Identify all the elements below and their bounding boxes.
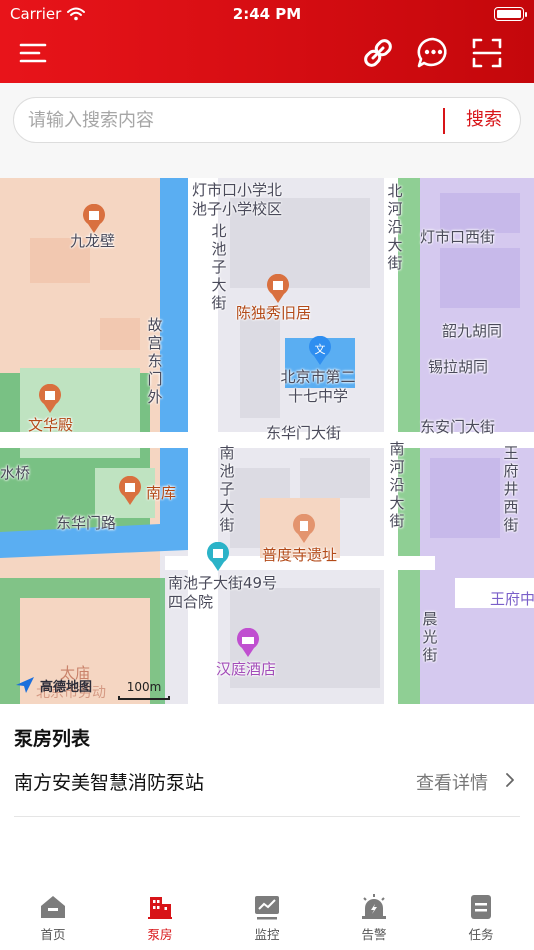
chevron-right-icon bbox=[506, 773, 514, 787]
link-icon[interactable] bbox=[361, 36, 395, 70]
tab-pump-room[interactable]: 泵房 bbox=[120, 892, 200, 948]
map-label-wangfu: 王府中 bbox=[490, 590, 534, 608]
map-label-nanku: 南库 bbox=[146, 484, 177, 502]
navigation-arrow-icon bbox=[16, 677, 34, 693]
search-divider bbox=[443, 108, 445, 134]
tab-task[interactable]: 任务 bbox=[441, 892, 521, 948]
tab-monitor[interactable]: 监控 bbox=[227, 892, 307, 948]
amap-logo-text: 高德地图 bbox=[40, 679, 93, 695]
search-button[interactable]: 搜索 bbox=[454, 98, 514, 142]
amap-logo: 高德地图 bbox=[14, 675, 92, 695]
poi-wenhuadian-icon bbox=[39, 384, 61, 413]
map-label-nanheyan-street: 南河沿大街 bbox=[389, 440, 405, 530]
tab-bar: 首页 泵房 监控 告警 任务 bbox=[0, 884, 534, 950]
poi-school-icon: 文 bbox=[309, 336, 331, 365]
monitor-icon bbox=[255, 896, 279, 920]
map-label-dong-anmen-street: 东安门大街 bbox=[420, 418, 496, 436]
map-label-shaojiu: 韶九胡同 bbox=[442, 322, 503, 340]
map-label-dengshikou-west: 灯市口西街 bbox=[420, 228, 496, 246]
status-bar: Carrier 2:44 PM bbox=[0, 0, 534, 28]
map-label-shuiqiao: 水桥 bbox=[0, 464, 31, 482]
poi-temple-icon bbox=[83, 204, 105, 233]
map-label-nanchizi-street: 南池子大街 bbox=[219, 444, 235, 534]
map-scale-label: 100m bbox=[126, 680, 162, 694]
map-label-beichizi-street: 北池子大街 bbox=[211, 222, 227, 312]
tab-pump-room-label: 泵房 bbox=[147, 927, 173, 942]
tab-monitor-label: 监控 bbox=[254, 927, 280, 942]
app-header: Carrier 2:44 PM bbox=[0, 0, 534, 83]
map-label-donghuamen-road: 东华门路 bbox=[56, 514, 117, 532]
tab-home-label: 首页 bbox=[40, 927, 66, 942]
map-label-jiulongbi: 九龙壁 bbox=[70, 232, 116, 250]
map-scale: 100m bbox=[118, 676, 170, 700]
tab-home[interactable]: 首页 bbox=[13, 892, 93, 948]
building-icon bbox=[148, 897, 172, 919]
view-details-link[interactable]: 查看详情 bbox=[416, 769, 488, 795]
map-label-wangfujing-west: 王府井西街 bbox=[503, 444, 519, 534]
battery-icon bbox=[494, 7, 527, 21]
tab-alarm[interactable]: 告警 bbox=[334, 892, 414, 948]
map-label-chenguang-street: 晨光街 bbox=[422, 610, 438, 664]
map-label-donghuamen-street: 东华门大街 bbox=[266, 424, 342, 442]
map-label-siheyuan: 南池子大街49号四合院 bbox=[168, 574, 278, 611]
map-label-gugong-east: 故宫东门外 bbox=[147, 316, 163, 406]
list-item[interactable]: 南方安美智慧消防泵站 查看详情 bbox=[0, 758, 534, 804]
status-time: 2:44 PM bbox=[232, 5, 302, 23]
svg-text:文: 文 bbox=[315, 342, 326, 356]
task-icon bbox=[471, 895, 491, 919]
search-area: 搜索 bbox=[0, 83, 534, 178]
tab-task-label: 任务 bbox=[468, 927, 494, 942]
map-label-beiheyan-street: 北河沿大街 bbox=[387, 182, 403, 272]
alarm-icon bbox=[362, 894, 386, 919]
home-icon bbox=[41, 896, 65, 918]
map-label-hanting: 汉庭酒店 bbox=[216, 660, 277, 678]
map-scale-bar bbox=[118, 696, 170, 700]
map-label-school27: 北京市第二十七中学 bbox=[280, 368, 356, 405]
poi-nanku-icon bbox=[119, 476, 141, 505]
map-label-dengshikou-school: 灯市口小学北池子小学校区 bbox=[192, 181, 283, 218]
poi-hotel-icon bbox=[237, 628, 259, 657]
map-label-xila: 锡拉胡同 bbox=[428, 358, 489, 376]
menu-icon[interactable] bbox=[17, 36, 51, 70]
map-label-wenhuadian: 文华殿 bbox=[28, 416, 74, 434]
poi-pudusi-icon bbox=[293, 514, 315, 543]
list-divider bbox=[14, 816, 520, 817]
tab-alarm-label: 告警 bbox=[361, 927, 387, 942]
poi-siheyuan-icon bbox=[207, 542, 229, 571]
station-name: 南方安美智慧消防泵站 bbox=[14, 772, 205, 794]
app-screen: Carrier 2:44 PM 请输入搜索内容 搜索 文 九龙壁 灯市口小学北池… bbox=[0, 0, 534, 950]
search-input[interactable] bbox=[28, 106, 438, 134]
section-title: 泵房列表 bbox=[14, 728, 91, 750]
map-label-chenduxiu: 陈独秀旧居 bbox=[236, 304, 312, 322]
search-bar: 搜索 bbox=[13, 97, 521, 143]
map-label-pudusi: 普度寺遗址 bbox=[262, 546, 338, 564]
chat-icon[interactable] bbox=[416, 36, 450, 70]
map-view[interactable]: 文 九龙壁 灯市口小学北池子小学校区 北池子大街 北河沿大街 灯市口西街 陈独秀… bbox=[0, 178, 534, 704]
scan-icon[interactable] bbox=[470, 36, 504, 70]
poi-museum-icon bbox=[267, 274, 289, 303]
